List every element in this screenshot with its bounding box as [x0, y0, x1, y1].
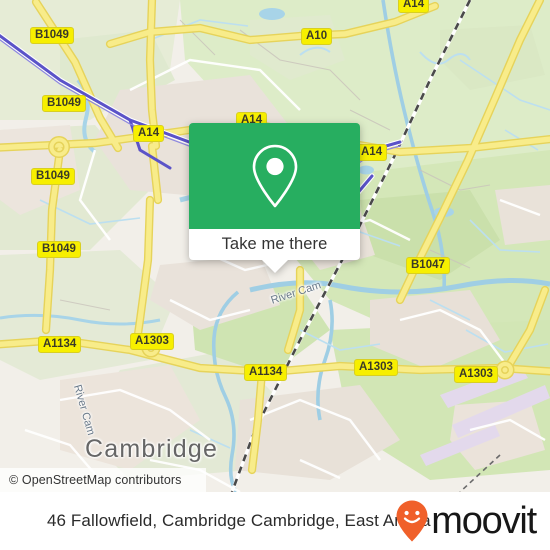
take-me-there-label: Take me there: [221, 235, 328, 253]
road-shield: B1049: [42, 95, 86, 113]
road-shield: A14: [356, 144, 388, 162]
road-shield: B1047: [406, 257, 450, 275]
page-footer: 46 Fallowfield, Cambridge Cambridge, Eas…: [0, 492, 550, 550]
road-shield: A10: [301, 28, 333, 46]
moovit-logo[interactable]: moovit: [395, 499, 537, 543]
card-pointer: [261, 260, 288, 273]
card-header: [189, 123, 360, 229]
map-canvas[interactable]: B1049 B1049 B1049 B1049 A10 A14 A14 A14 A14 B1047…: [0, 0, 550, 492]
moovit-wordmark: moovit: [431, 500, 537, 542]
city-label: Cambridge: [85, 435, 219, 463]
road-shield: B1049: [31, 168, 75, 186]
road-shield: A1303: [354, 359, 398, 377]
location-title: 46 Fallowfield, Cambridge Cambridge, Eas…: [47, 511, 431, 530]
attribution-text: © OpenStreetMap contributors: [9, 473, 182, 487]
moovit-pin-icon: [396, 500, 428, 542]
road-shield: A14: [133, 125, 165, 143]
road-shield: B1049: [30, 27, 74, 45]
road-shield: A1303: [454, 366, 498, 384]
moovit-map-page: B1049 B1049 B1049 B1049 A10 A14 A14 A14 A14 B1047…: [0, 0, 550, 550]
road-shield: A1134: [244, 364, 288, 382]
road-shield: A14: [398, 0, 430, 14]
road-shield: B1049: [37, 241, 81, 259]
location-pin-icon: [252, 144, 297, 208]
map-attribution: © OpenStreetMap contributors: [0, 468, 206, 492]
road-shield: A1134: [38, 336, 82, 354]
road-shield: A1303: [130, 333, 174, 351]
take-me-there-card[interactable]: Take me there: [189, 123, 360, 273]
card-footer[interactable]: Take me there: [189, 229, 360, 273]
